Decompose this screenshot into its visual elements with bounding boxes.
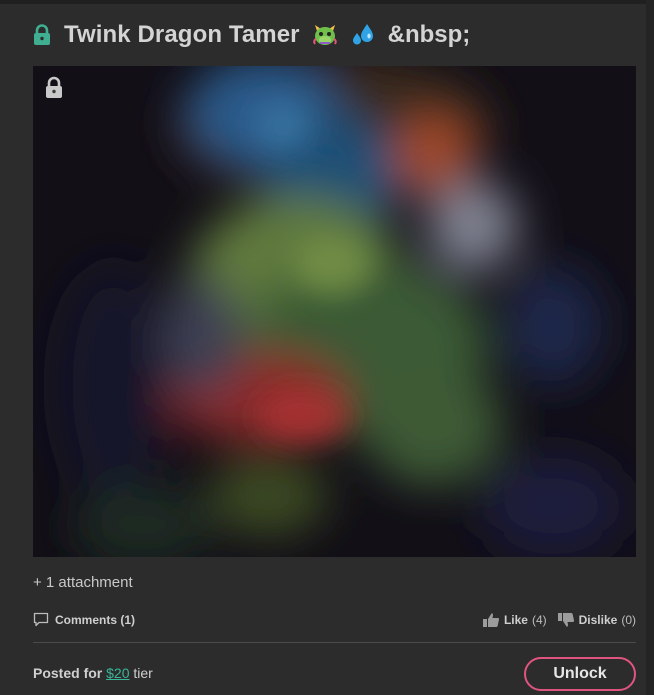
post-title-suffix: &nbsp; — [387, 21, 471, 48]
tier-price-link[interactable]: $20 — [106, 665, 129, 681]
like-count: (4) — [531, 613, 547, 627]
scrollbar-track[interactable] — [646, 0, 654, 695]
post-card: Twink Dragon Tamer &nbsp; + 1 attachment… — [0, 0, 654, 695]
comments-label: Comments (1) — [55, 612, 136, 627]
divider — [33, 642, 636, 643]
blurred-image — [33, 66, 636, 557]
lock-icon — [34, 24, 50, 45]
thumbs-down-icon — [557, 613, 574, 627]
locked-media-preview[interactable] — [33, 66, 636, 557]
attachment-count[interactable]: + 1 attachment — [33, 574, 133, 591]
dragon-face-icon — [312, 25, 337, 45]
dislike-button[interactable]: Dislike (0) — [557, 612, 636, 628]
posted-prefix: Posted for — [33, 665, 103, 681]
unlock-button[interactable]: Unlock — [524, 657, 636, 691]
like-button[interactable]: Like (4) — [482, 612, 547, 628]
dislike-count: (0) — [621, 613, 636, 627]
sweat-droplets-icon — [352, 24, 373, 45]
post-title-row: Twink Dragon Tamer &nbsp; — [32, 18, 470, 52]
tier-suffix: tier — [133, 665, 153, 681]
thumbs-up-icon — [482, 613, 499, 627]
reaction-group: Like (4) Dislike (0) — [482, 612, 636, 628]
post-title[interactable]: Twink Dragon Tamer — [64, 21, 300, 49]
like-label: Like — [503, 613, 528, 627]
dislike-label: Dislike — [578, 613, 618, 627]
comments-button[interactable]: Comments (1) — [33, 612, 135, 627]
post-actions: Comments (1) Like (4) Dislike (0) — [33, 612, 636, 634]
posted-for-tier: Posted for $20 tier — [33, 665, 153, 681]
lock-icon — [46, 76, 62, 98]
comment-icon — [33, 612, 49, 627]
top-edge — [0, 0, 654, 4]
